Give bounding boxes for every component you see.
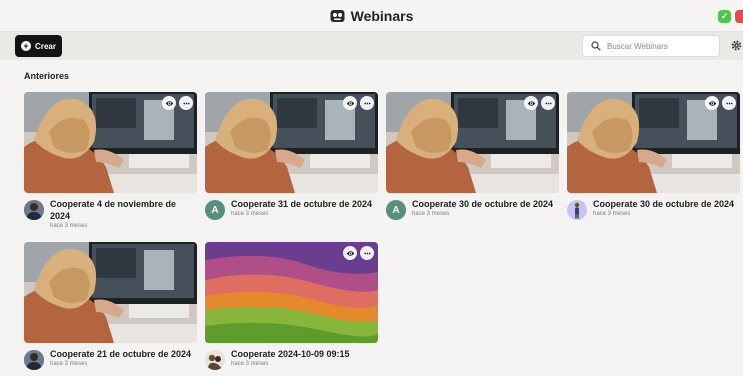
- webinar-title[interactable]: Cooperate 30 de octubre de 2024: [412, 198, 559, 210]
- webinar-title[interactable]: Cooperate 21 de octubre de 2024: [50, 348, 197, 360]
- create-button[interactable]: + Crear: [15, 35, 62, 57]
- section-title: Anteriores: [24, 71, 70, 81]
- webinar-card[interactable]: Cooperate 4 de noviembre de 2024 hace 3 …: [24, 92, 197, 229]
- thumbnail-actions: [705, 96, 736, 110]
- eye-icon[interactable]: [343, 246, 357, 260]
- more-options-icon[interactable]: [360, 246, 374, 260]
- more-options-icon[interactable]: [541, 96, 555, 110]
- webinar-title[interactable]: Cooperate 2024-10-09 09:15: [231, 348, 378, 360]
- title-bar: Webinars ✓: [0, 0, 743, 32]
- search-input[interactable]: [607, 41, 717, 51]
- webinar-thumbnail[interactable]: [24, 92, 197, 193]
- thumbnail-actions: [524, 96, 555, 110]
- webinar-card[interactable]: Cooperate 21 de octubre de 2024 hace 3 m…: [24, 242, 197, 370]
- webinars-logo-icon: [330, 9, 345, 22]
- webinar-thumbnail[interactable]: [205, 242, 378, 343]
- search-icon: [591, 41, 601, 51]
- window-title: Webinars: [350, 7, 414, 24]
- webinar-meta: A Cooperate 30 de octubre de 2024 hace 3…: [386, 198, 559, 220]
- window-controls: ✓: [718, 10, 743, 23]
- avatar: [24, 350, 44, 370]
- eye-icon[interactable]: [343, 96, 357, 110]
- webinar-time: hace 3 meses: [231, 361, 269, 367]
- webinar-thumbnail-image: [24, 242, 197, 343]
- eye-icon[interactable]: [705, 96, 719, 110]
- webinar-title[interactable]: Cooperate 31 de octubre de 2024: [231, 198, 378, 210]
- webinar-meta: A Cooperate 31 de octubre de 2024 hace 3…: [205, 198, 378, 220]
- toolbar: + Crear: [0, 32, 743, 60]
- plus-icon: +: [21, 41, 32, 51]
- webinar-card[interactable]: Cooperate 2024-10-09 09:15 hace 3 meses: [205, 242, 378, 370]
- webinar-meta: Cooperate 30 de octubre de 2024 hace 3 m…: [567, 198, 740, 220]
- thumbnail-actions: [162, 96, 193, 110]
- webinar-thumbnail[interactable]: [567, 92, 740, 193]
- more-options-icon[interactable]: [179, 96, 193, 110]
- webinar-meta: Cooperate 4 de noviembre de 2024 hace 3 …: [24, 198, 197, 229]
- more-options-icon[interactable]: [722, 96, 736, 110]
- avatar: A: [205, 200, 225, 220]
- webinar-time: hace 3 meses: [231, 211, 269, 217]
- avatar: [24, 200, 44, 220]
- webinar-title[interactable]: Cooperate 4 de noviembre de 2024: [50, 198, 197, 222]
- thumbnail-actions: [343, 246, 374, 260]
- webinar-time: hace 3 meses: [412, 211, 450, 217]
- webinar-card[interactable]: A Cooperate 31 de octubre de 2024 hace 3…: [205, 92, 378, 220]
- webinar-meta: Cooperate 21 de octubre de 2024 hace 3 m…: [24, 348, 197, 370]
- webinar-time: hace 3 meses: [593, 211, 631, 217]
- webinar-title[interactable]: Cooperate 30 de octubre de 2024: [593, 198, 740, 210]
- create-button-label: Crear: [35, 41, 56, 51]
- avatar: [205, 350, 225, 370]
- search-box[interactable]: [582, 35, 720, 57]
- webinar-card[interactable]: Cooperate 30 de octubre de 2024 hace 3 m…: [567, 92, 740, 220]
- avatar: A: [386, 200, 406, 220]
- title-group: Webinars: [330, 7, 414, 24]
- webinar-thumbnail[interactable]: [205, 92, 378, 193]
- webinar-time: hace 3 meses: [50, 361, 88, 367]
- eye-icon[interactable]: [162, 96, 176, 110]
- more-options-icon[interactable]: [360, 96, 374, 110]
- check-icon[interactable]: ✓: [718, 10, 731, 23]
- webinar-card[interactable]: A Cooperate 30 de octubre de 2024 hace 3…: [386, 92, 559, 220]
- avatar: [567, 200, 587, 220]
- thumbnail-actions: [343, 96, 374, 110]
- webinar-thumbnail[interactable]: [24, 242, 197, 343]
- webinar-meta: Cooperate 2024-10-09 09:15 hace 3 meses: [205, 348, 378, 370]
- close-icon[interactable]: [735, 10, 743, 23]
- eye-icon[interactable]: [524, 96, 538, 110]
- webinar-thumbnail[interactable]: [386, 92, 559, 193]
- gear-icon[interactable]: [731, 40, 742, 51]
- webinar-time: hace 3 meses: [50, 223, 88, 229]
